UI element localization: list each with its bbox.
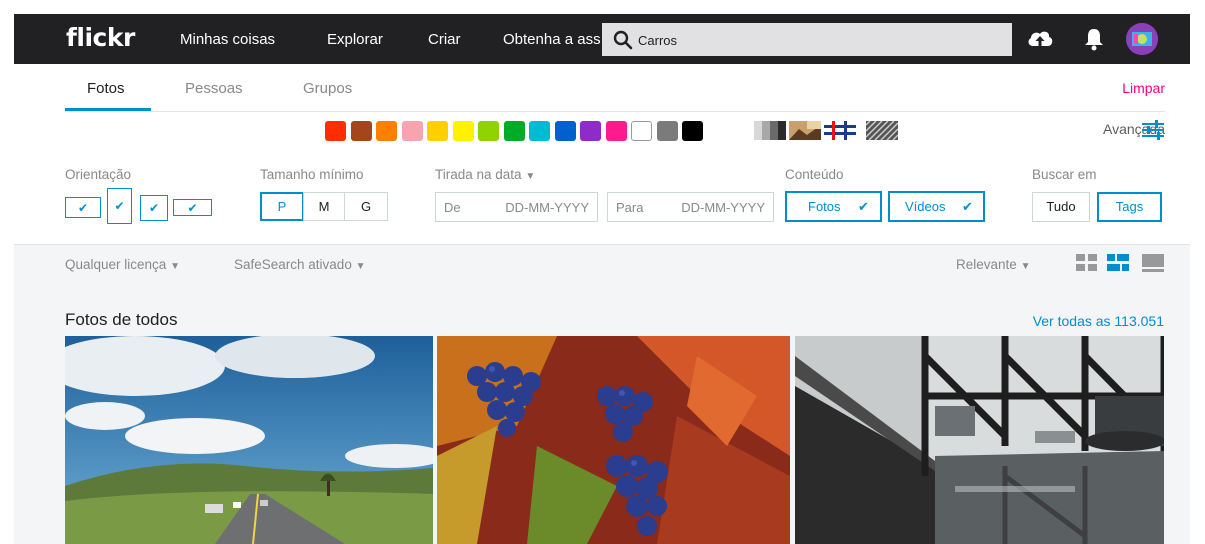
- tab-people[interactable]: Pessoas: [185, 80, 243, 97]
- color-swatch[interactable]: [452, 121, 474, 141]
- content-videos-label: Vídeos: [905, 199, 946, 214]
- date-from-placeholder: DD-MM-YYYY: [505, 200, 589, 215]
- avatar[interactable]: [1126, 23, 1158, 55]
- caret-down-icon: ▼: [355, 261, 366, 272]
- search-in-label: Buscar em: [1032, 167, 1097, 182]
- content-photos-toggle[interactable]: Fotos ✔: [785, 191, 882, 222]
- search-in-all-button[interactable]: Tudo: [1032, 192, 1090, 222]
- min-size-label: Tamanho mínimo: [260, 167, 364, 182]
- search-type-tabs: Fotos Pessoas Grupos Limpar: [65, 70, 1165, 112]
- tab-photos[interactable]: Fotos: [87, 80, 125, 97]
- color-swatch[interactable]: [529, 121, 550, 141]
- license-label: Qualquer licença: [65, 257, 167, 272]
- bridge-reflection-image: [795, 336, 1164, 544]
- date-from-label: De: [444, 200, 461, 215]
- content-photos-label: Fotos: [808, 199, 841, 214]
- caret-down-icon: ▼: [525, 171, 536, 182]
- color-swatch[interactable]: [631, 121, 652, 141]
- date-to-label: Para: [616, 200, 644, 215]
- road-landscape-image: [65, 336, 433, 544]
- nav-my-stuff[interactable]: Minhas coisas: [180, 31, 275, 48]
- nav-create[interactable]: Criar: [428, 31, 461, 48]
- photo-grapes-leaves[interactable]: [437, 336, 790, 544]
- color-swatch[interactable]: [503, 121, 525, 141]
- orientation-square-checkbox[interactable]: ✔: [140, 195, 168, 221]
- size-medium-button[interactable]: M: [303, 192, 345, 221]
- orientation-portrait-checkbox[interactable]: ✔: [107, 188, 132, 224]
- color-swatch[interactable]: [427, 121, 448, 141]
- shallow-depth-filter-icon[interactable]: [789, 121, 821, 140]
- justified-view-icon[interactable]: [1107, 254, 1129, 272]
- color-swatch[interactable]: [682, 121, 703, 141]
- caret-down-icon: ▼: [1020, 261, 1031, 272]
- minimalist-filter-icon[interactable]: [824, 121, 856, 140]
- top-navigation-bar: flickr Minhas coisas Explorar Criar Obte…: [14, 14, 1190, 64]
- content-videos-toggle[interactable]: Vídeos ✔: [888, 191, 985, 222]
- check-icon: ✔: [114, 199, 125, 213]
- nav-explore[interactable]: Explorar: [327, 31, 383, 48]
- orientation-panorama-checkbox[interactable]: ✔: [173, 199, 212, 216]
- color-swatch[interactable]: [350, 121, 372, 141]
- color-swatch[interactable]: [554, 121, 576, 141]
- color-swatch[interactable]: [325, 121, 346, 141]
- color-swatch[interactable]: [580, 121, 601, 141]
- texture-filter-icon[interactable]: [866, 121, 898, 140]
- upload-cloud-icon[interactable]: [1026, 26, 1054, 52]
- nav-get-pro[interactable]: Obtenha a ass: [503, 31, 601, 48]
- grid-view-small-icon[interactable]: [1076, 254, 1098, 272]
- advanced-settings-sliders-icon[interactable]: [1142, 120, 1164, 140]
- large-view-icon[interactable]: [1142, 254, 1164, 272]
- view-all-link[interactable]: Ver todas as 113.051: [1033, 313, 1164, 329]
- color-swatch[interactable]: [401, 121, 423, 141]
- grapes-leaves-image: [437, 336, 790, 544]
- license-dropdown[interactable]: Qualquer licença ▼: [65, 257, 180, 272]
- active-tab-indicator: [65, 108, 151, 111]
- page: flickr Minhas coisas Explorar Criar Obte…: [0, 0, 1205, 544]
- content-label: Conteúdo: [785, 167, 844, 182]
- search-input[interactable]: [638, 29, 998, 51]
- search-in-tags-button[interactable]: Tags: [1097, 192, 1162, 222]
- check-icon: ✔: [187, 200, 198, 215]
- date-from-field[interactable]: De DD-MM-YYYY: [435, 192, 598, 222]
- tab-groups[interactable]: Grupos: [303, 80, 352, 97]
- date-taken-label: Tirada na data: [435, 167, 522, 182]
- color-swatch[interactable]: [376, 121, 397, 141]
- check-icon: ✔: [962, 199, 973, 214]
- color-swatch[interactable]: [478, 121, 499, 141]
- check-icon: ✔: [858, 199, 869, 214]
- black-and-white-filter-icon[interactable]: [754, 121, 786, 140]
- sort-dropdown[interactable]: Relevante ▼: [956, 257, 1030, 272]
- date-to-placeholder: DD-MM-YYYY: [681, 200, 765, 215]
- size-small-button[interactable]: P: [260, 192, 304, 221]
- date-taken-dropdown[interactable]: Tirada na data ▼: [435, 167, 535, 182]
- search-box[interactable]: [602, 23, 1012, 56]
- flickr-logo[interactable]: flickr: [66, 23, 135, 52]
- size-large-button[interactable]: G: [344, 192, 388, 221]
- photo-road-landscape[interactable]: [65, 336, 433, 544]
- color-swatch[interactable]: [605, 121, 627, 141]
- orientation-landscape-checkbox[interactable]: ✔: [65, 197, 101, 218]
- avatar-image-icon: [1126, 23, 1158, 55]
- caret-down-icon: ▼: [170, 261, 180, 272]
- sort-label: Relevante: [956, 257, 1017, 272]
- safesearch-dropdown[interactable]: SafeSearch ativado ▼: [234, 257, 366, 272]
- orientation-label: Orientação: [65, 167, 132, 182]
- photo-bridge-reflection[interactable]: [795, 336, 1164, 544]
- check-icon: ✔: [148, 201, 160, 215]
- color-swatch[interactable]: [656, 121, 678, 141]
- section-title: Fotos de todos: [65, 310, 178, 329]
- clear-filters-link[interactable]: Limpar: [1122, 80, 1165, 96]
- search-icon: [613, 30, 633, 50]
- notifications-bell-icon[interactable]: [1080, 26, 1108, 52]
- date-to-field[interactable]: Para DD-MM-YYYY: [607, 192, 774, 222]
- safesearch-label: SafeSearch ativado: [234, 257, 352, 272]
- check-icon: ✔: [77, 200, 89, 215]
